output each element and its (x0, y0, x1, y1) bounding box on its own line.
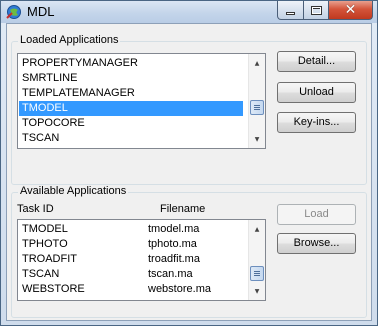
list-item[interactable]: SMRTLINE (19, 71, 247, 86)
maximize-icon (310, 5, 322, 15)
scroll-thumb[interactable] (250, 100, 264, 115)
task-id-cell[interactable]: TROADFIT (22, 252, 77, 267)
mdl-window: MDL ✕ Loaded Applications PROPERTYMANAGE… (0, 0, 378, 326)
browse-button[interactable]: Browse... (277, 233, 356, 254)
scroll-thumb[interactable] (250, 266, 264, 281)
column-header-task-id[interactable]: Task ID (17, 203, 54, 215)
column-header-filename[interactable]: Filename (160, 203, 205, 215)
window-title: MDL (27, 4, 55, 19)
list-item[interactable]: TEMPLATEMANAGER (19, 86, 247, 101)
unload-button[interactable]: Unload (277, 82, 356, 103)
list-item[interactable]: TSCAN (19, 131, 247, 146)
task-id-cell[interactable]: TSCAN (22, 267, 59, 282)
list-item-selected[interactable]: TMODEL (19, 101, 243, 116)
close-icon: ✕ (344, 2, 357, 18)
title-bar[interactable]: MDL ✕ (1, 1, 377, 23)
filename-cell[interactable]: tphoto.ma (148, 237, 197, 252)
loaded-list-scrollbar[interactable]: ▲ ▼ (248, 54, 265, 148)
available-applications-list[interactable]: TMODEL tmodel.ma TPHOTO tphoto.ma TROADF… (17, 219, 266, 301)
mdl-app-icon (6, 5, 21, 19)
filename-cell[interactable]: tscan.ma (148, 267, 193, 282)
list-item[interactable]: TOPOCORE (19, 116, 247, 131)
scroll-down-icon[interactable]: ▼ (249, 284, 265, 298)
close-button[interactable]: ✕ (328, 1, 373, 20)
available-group-label: Available Applications (18, 185, 129, 197)
task-id-cell[interactable]: WEBSTORE (22, 282, 85, 297)
minimize-icon (286, 11, 295, 15)
filename-cell[interactable]: tmodel.ma (148, 222, 199, 237)
scroll-up-icon[interactable]: ▲ (249, 222, 265, 236)
scroll-down-icon[interactable]: ▼ (249, 132, 265, 146)
loaded-applications-list[interactable]: PROPERTYMANAGER SMRTLINE TEMPLATEMANAGER… (17, 53, 266, 149)
loaded-group-label: Loaded Applications (18, 34, 121, 46)
filename-cell[interactable]: troadfit.ma (148, 252, 200, 267)
scroll-up-icon[interactable]: ▲ (249, 56, 265, 70)
minimize-button[interactable] (277, 1, 304, 20)
dialog-client-area: Loaded Applications PROPERTYMANAGER SMRT… (6, 23, 372, 321)
key-ins-button[interactable]: Key-ins... (277, 112, 356, 133)
detail-button[interactable]: Detail... (277, 51, 356, 72)
task-id-cell[interactable]: TMODEL (22, 222, 68, 237)
maximize-button[interactable] (303, 1, 329, 20)
filename-cell[interactable]: webstore.ma (148, 282, 211, 297)
task-id-cell[interactable]: TPHOTO (22, 237, 68, 252)
list-item[interactable]: PROPERTYMANAGER (19, 56, 247, 71)
load-button[interactable]: Load (277, 204, 356, 225)
available-list-scrollbar[interactable]: ▲ ▼ (248, 220, 265, 300)
